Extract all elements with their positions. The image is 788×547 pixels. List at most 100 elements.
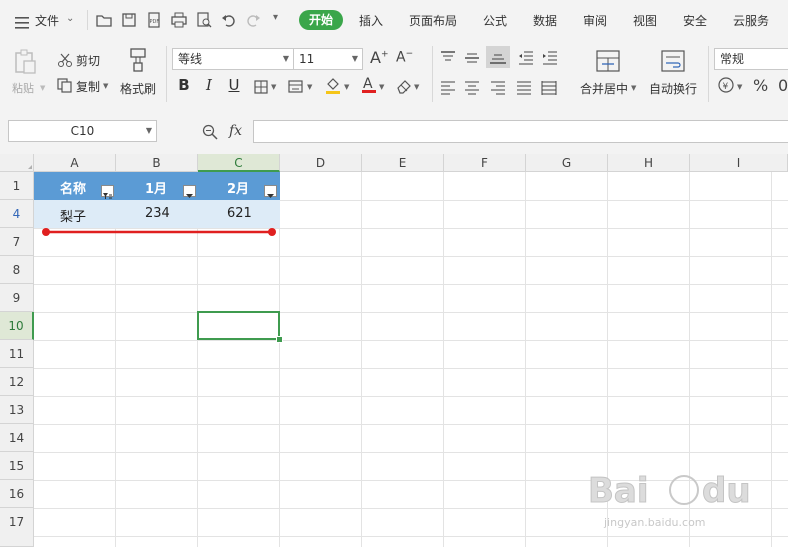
file-menu[interactable]: 文件	[35, 12, 59, 29]
tab-insert[interactable]: 插入	[359, 12, 383, 29]
copy-button[interactable]: 复制	[76, 78, 100, 95]
cell-style-icon[interactable]	[288, 79, 304, 98]
comma-style-icon[interactable]: 0	[778, 76, 788, 95]
row-header-1[interactable]: 1	[0, 172, 34, 200]
paste-icon[interactable]	[13, 49, 37, 79]
paste-button-label[interactable]: 粘贴	[12, 80, 34, 96]
undo-icon[interactable]	[221, 12, 237, 28]
decrease-indent-icon[interactable]	[518, 50, 534, 69]
tab-data[interactable]: 数据	[533, 12, 557, 29]
increase-font-size-icon[interactable]: A+	[370, 48, 389, 67]
row-header-17[interactable]: 17	[0, 508, 34, 547]
fill-color-dropdown-icon[interactable]: ▼	[344, 83, 349, 91]
column-header-d[interactable]: D	[280, 154, 362, 172]
chevron-down-icon[interactable]: ⌄	[66, 13, 74, 24]
cell-c4[interactable]: 621	[227, 206, 252, 221]
zoom-formula-icon[interactable]	[202, 124, 218, 144]
row-header-4[interactable]: 4	[0, 200, 34, 228]
increase-indent-icon[interactable]	[542, 50, 558, 69]
name-box[interactable]: C10 ▼	[8, 120, 157, 142]
font-size-select[interactable]: 11 ▼	[293, 48, 363, 70]
spreadsheet-grid[interactable]: A B C D E F G H I 1 4 7 8 9 10 11 12 13 …	[0, 154, 788, 547]
open-folder-icon[interactable]	[96, 12, 112, 28]
chevron-down-icon[interactable]: ▼	[352, 49, 358, 69]
formula-input[interactable]	[253, 120, 788, 143]
row-header-11[interactable]: 11	[0, 340, 34, 368]
align-center-icon[interactable]	[464, 80, 480, 99]
tab-view[interactable]: 视图	[633, 12, 657, 29]
chevron-down-icon[interactable]: ▼	[146, 121, 152, 141]
cell-b4[interactable]: 234	[145, 206, 170, 221]
active-cell-c10[interactable]	[197, 311, 280, 340]
tab-page-layout[interactable]: 页面布局	[409, 12, 457, 29]
currency-icon[interactable]: ¥	[718, 77, 734, 97]
row-header-13[interactable]: 13	[0, 396, 34, 424]
print-icon[interactable]	[171, 12, 187, 28]
tab-home[interactable]: 开始	[299, 10, 343, 30]
copy-icon[interactable]	[57, 78, 73, 97]
column-header-e[interactable]: E	[362, 154, 444, 172]
header-cell-name[interactable]: 名称	[60, 178, 86, 197]
print-preview-icon[interactable]	[196, 12, 212, 28]
fill-color-icon[interactable]	[324, 76, 342, 98]
wrap-text-button[interactable]: 自动换行	[649, 80, 697, 97]
merge-dropdown-icon[interactable]: ▼	[631, 84, 636, 92]
percent-button[interactable]: %	[753, 76, 768, 95]
chevron-down-icon[interactable]: ▼	[283, 49, 289, 69]
format-painter-button[interactable]: 格式刷	[120, 80, 156, 97]
scissors-icon[interactable]	[57, 52, 73, 71]
customize-toolbar-icon[interactable]: ▾	[273, 12, 278, 23]
underline-button[interactable]: U	[225, 76, 243, 94]
align-right-icon[interactable]	[490, 80, 506, 99]
filter-dropdown-icon[interactable]	[264, 185, 277, 198]
wrap-text-icon[interactable]	[661, 50, 685, 76]
row-header-15[interactable]: 15	[0, 452, 34, 480]
row-header-12[interactable]: 12	[0, 368, 34, 396]
filter-active-icon[interactable]	[101, 185, 114, 199]
italic-button[interactable]: I	[200, 76, 218, 94]
tab-formulas[interactable]: 公式	[483, 12, 507, 29]
format-painter-icon[interactable]	[128, 48, 148, 76]
currency-dropdown-icon[interactable]: ▼	[737, 83, 742, 91]
export-pdf-icon[interactable]: PDF	[146, 12, 162, 28]
number-format-select[interactable]: 常规	[714, 48, 788, 70]
column-header-g[interactable]: G	[526, 154, 608, 172]
column-header-b[interactable]: B	[116, 154, 198, 172]
clear-dropdown-icon[interactable]: ▼	[414, 83, 419, 91]
cut-button[interactable]: 剪切	[76, 52, 100, 69]
redo-icon[interactable]	[245, 12, 261, 28]
header-cell-jan[interactable]: 1月	[145, 178, 167, 197]
justify-icon[interactable]	[516, 80, 532, 99]
save-icon[interactable]	[121, 12, 137, 28]
tab-cloud-services[interactable]: 云服务	[733, 12, 769, 29]
header-cell-feb[interactable]: 2月	[227, 178, 249, 197]
row-header-16[interactable]: 16	[0, 480, 34, 508]
column-header-h[interactable]: H	[608, 154, 690, 172]
row-header-8[interactable]: 8	[0, 256, 34, 284]
copy-dropdown-icon[interactable]: ▼	[103, 82, 108, 90]
row-header-9[interactable]: 9	[0, 284, 34, 312]
align-left-icon[interactable]	[440, 80, 456, 99]
hamburger-menu-icon[interactable]	[15, 14, 29, 29]
column-header-a[interactable]: A	[34, 154, 116, 172]
column-header-i[interactable]: I	[690, 154, 788, 172]
row-header-7[interactable]: 7	[0, 228, 34, 256]
column-header-f[interactable]: F	[444, 154, 526, 172]
align-bottom-icon[interactable]	[486, 46, 510, 68]
eraser-icon[interactable]	[396, 78, 412, 98]
paste-dropdown-icon[interactable]: ▼	[40, 84, 45, 92]
merge-center-icon[interactable]	[596, 50, 620, 76]
font-color-icon[interactable]: A	[361, 75, 377, 97]
column-header-c[interactable]: C	[198, 154, 280, 172]
tab-security[interactable]: 安全	[683, 12, 707, 29]
select-all-corner[interactable]	[0, 154, 34, 172]
font-color-dropdown-icon[interactable]: ▼	[379, 83, 384, 91]
align-middle-icon[interactable]	[464, 50, 480, 69]
fill-handle[interactable]	[276, 336, 283, 343]
borders-icon[interactable]	[254, 79, 268, 98]
bold-button[interactable]: B	[175, 76, 193, 94]
filter-dropdown-icon[interactable]	[183, 185, 196, 198]
font-name-select[interactable]: 等线 ▼	[172, 48, 294, 70]
align-top-icon[interactable]	[440, 50, 456, 69]
merge-center-button[interactable]: 合并居中	[580, 80, 628, 97]
